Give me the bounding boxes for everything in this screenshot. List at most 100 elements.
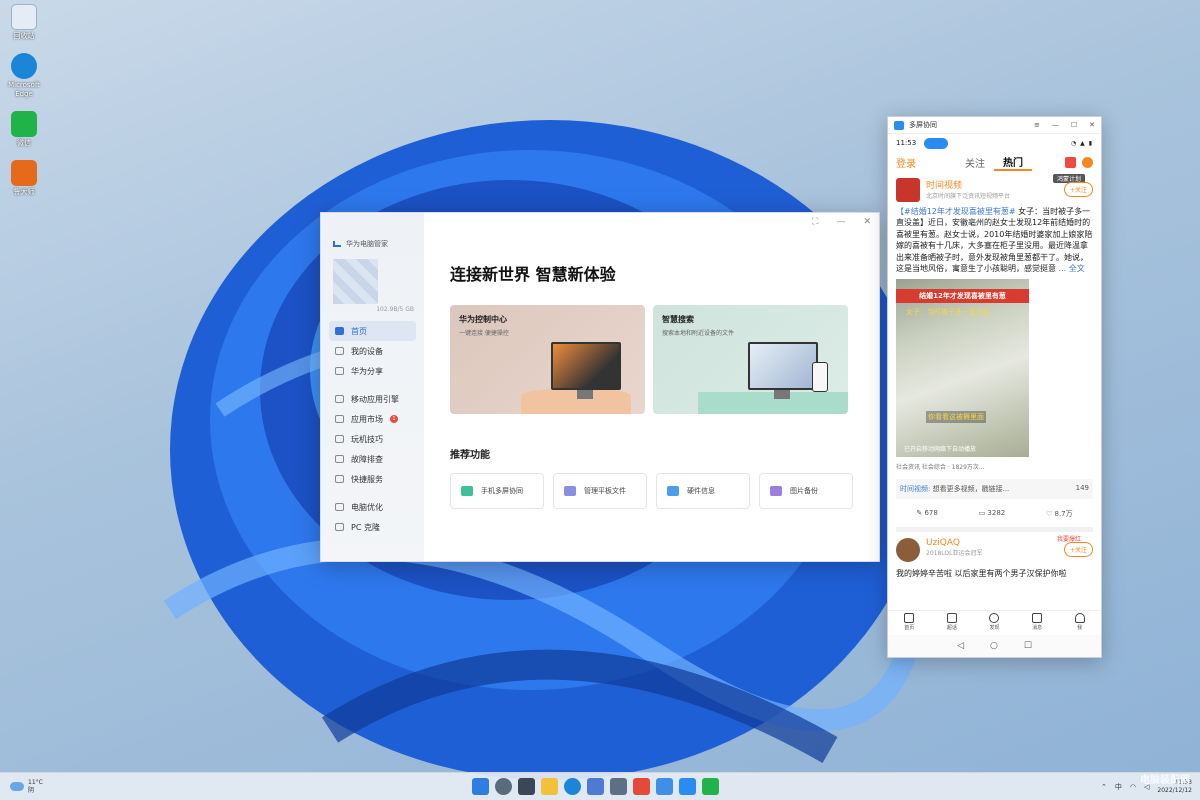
sidebar-item-label: 电脑优化 [351, 502, 383, 512]
avatar[interactable] [896, 538, 920, 563]
follow-button[interactable]: +关注 [1063, 182, 1093, 197]
post-author[interactable]: 时间视频 [926, 178, 1010, 191]
monitor-graphic [748, 342, 818, 390]
devices-icon [335, 347, 344, 355]
tab-follow[interactable]: 关注 [956, 155, 994, 170]
sidebar-item-label: 玩机技巧 [351, 434, 383, 444]
recents-button[interactable]: ☐ [1024, 641, 1032, 651]
tablet-icon [564, 486, 576, 496]
file-explorer-icon[interactable] [541, 778, 558, 795]
like-count: 8.7万 [1054, 510, 1073, 519]
sidebar-item-huawei-share[interactable]: 华为分享 [329, 361, 416, 381]
nav-label: 首页 [904, 625, 915, 631]
recommend-list: 手机多屏协同 管理平板文件 硬件信息 图片备份 [450, 473, 853, 509]
minimize-button[interactable]: — [836, 217, 845, 227]
close-button[interactable]: ✕ [863, 217, 871, 227]
comment-button[interactable]: ▭ 3282 [979, 509, 1006, 519]
recommend-multiscreen[interactable]: 手机多屏协同 [450, 473, 544, 509]
home-icon [335, 327, 344, 335]
task-view-icon[interactable] [518, 778, 535, 795]
store-icon[interactable] [587, 778, 604, 795]
sidebar-item-pc-clone[interactable]: PC 克隆 [329, 517, 416, 537]
desktop-icon-recycle-bin[interactable]: 回收站 [4, 4, 44, 41]
card-title: 智慧搜索 [662, 315, 694, 324]
ime-indicator[interactable]: 中 [1115, 782, 1122, 792]
menu-button[interactable]: ≡ [1034, 121, 1040, 129]
top-comment[interactable]: 时间视频: 想看更多视频，戳链接... 149 [896, 479, 1093, 500]
avatar[interactable] [333, 259, 378, 304]
connection-pill-icon [924, 137, 949, 149]
storage-text: 102.9B/5 GB [376, 306, 414, 313]
tab-hot[interactable]: 热门 [994, 154, 1032, 171]
sidebar-item-home[interactable]: 首页 [329, 321, 416, 341]
nav-messages[interactable]: 消息 [1032, 611, 1042, 634]
post-author[interactable]: UziQAQ [926, 538, 982, 548]
chevron-up-icon[interactable]: ⌃ [1101, 783, 1107, 791]
notification-badge: 1 [390, 415, 398, 423]
fullscreen-button[interactable]: ⛶ [812, 217, 818, 227]
sidebar-item-my-devices[interactable]: 我的设备 [329, 341, 416, 361]
back-button[interactable]: ◁ [957, 641, 964, 651]
post-video[interactable]: 结婚12年才发现喜被里有葱 女子：当时被子多一直没盖 你看看这被褥里面 已开启移… [896, 279, 1029, 458]
sidebar-item-optimize[interactable]: 电脑优化 [329, 497, 416, 517]
post-meta: 社会资讯 社会综合 · 1829万次... [896, 464, 985, 472]
pc-manager-icon[interactable] [610, 778, 627, 795]
post-author-desc: 北京时间旗下泛资讯短视频平台 [926, 193, 1011, 200]
recommend-tablet-files[interactable]: 管理平板文件 [553, 473, 647, 509]
window-controls: ≡ — ☐ ✕ [1034, 121, 1095, 129]
close-button[interactable]: ✕ [1089, 121, 1095, 129]
page-title: 连接新世界 智慧新体验 [450, 265, 616, 284]
start-icon[interactable] [472, 778, 489, 795]
minimize-button[interactable]: — [1052, 121, 1059, 129]
sidebar-item-app-market[interactable]: 应用市场 1 [329, 409, 416, 429]
sidebar-item-tips[interactable]: 玩机技巧 [329, 429, 416, 449]
home-button[interactable]: ○ [990, 641, 998, 651]
follow-button[interactable]: +关注 [1063, 542, 1093, 558]
sidebar-item-troubleshoot[interactable]: 故障排查 [329, 449, 416, 469]
wechat-icon[interactable] [702, 778, 719, 795]
nav-discover[interactable]: 发现 [989, 611, 999, 634]
maximize-button[interactable]: ☐ [1071, 121, 1077, 129]
red-packet-icon[interactable] [1065, 156, 1076, 168]
recycle-bin-icon [11, 4, 37, 30]
comment-user[interactable]: 时间视频: [900, 485, 930, 493]
login-link[interactable]: 登录 [896, 155, 956, 170]
wechat-icon [11, 111, 37, 137]
weather-temp: 11°C [28, 778, 43, 786]
desktop-icon-edge[interactable]: Microsoft Edge [4, 53, 44, 99]
card-title: 华为控制中心 [459, 315, 507, 324]
clock-date: 2022/12/12 [1157, 786, 1192, 794]
multiscreen-icon[interactable] [679, 778, 696, 795]
sidebar-item-quick-service[interactable]: 快捷服务 [329, 469, 416, 489]
edge-icon[interactable] [564, 778, 581, 795]
feed-post[interactable]: 鸿蒙计划 时间视频 北京时间旗下泛资讯短视频平台 +关注 【#结婚12年才发现喜… [888, 172, 1101, 533]
repost-button[interactable]: ✎ 678 [916, 509, 937, 519]
post-author-desc: 2018LOL亚运会冠军 [926, 550, 983, 558]
smart-search-card[interactable]: 智慧搜索 搜索本地和附近设备的文件 [653, 305, 848, 414]
control-center-card[interactable]: 华为控制中心 一键连接 便捷操控 [450, 305, 645, 414]
sidebar-item-app-engine[interactable]: 移动应用引擎 [329, 389, 416, 409]
search-icon[interactable] [495, 778, 512, 795]
phone-graphic [812, 362, 828, 392]
cloud-icon[interactable] [656, 778, 673, 795]
weather-desc: 阴 [28, 786, 35, 794]
add-icon[interactable] [1082, 156, 1093, 168]
like-button[interactable]: ♡ 8.7万 [1046, 509, 1073, 519]
nav-me[interactable]: 我 [1074, 611, 1085, 634]
avatar[interactable] [896, 178, 920, 202]
wifi-icon[interactable]: ◠ [1130, 783, 1136, 791]
hashtag-link[interactable]: 【#结婚12年才发现喜被里有葱# [896, 207, 1016, 216]
desktop-icon-app[interactable]: 鲁大师 [4, 160, 44, 197]
desktop-icon-wechat[interactable]: 微信 [4, 111, 44, 148]
read-more-link[interactable]: ... 全文 [1056, 264, 1085, 273]
recommend-hardware[interactable]: 硬件信息 [656, 473, 750, 509]
weather-widget[interactable]: 11°C 阴 [0, 779, 43, 795]
recommend-photo-backup[interactable]: 图片备份 [759, 473, 853, 509]
app-icon[interactable] [633, 778, 650, 795]
nav-super-topic[interactable]: 超话 [946, 611, 957, 634]
sidebar-item-label: 快捷服务 [351, 474, 383, 484]
comment-count: 3282 [987, 509, 1006, 518]
feed-post[interactable]: 我要爆红 UziQAQ 2018LOL亚运会冠军 +关注 我的婷婷辛苦啦 以后家… [888, 532, 1101, 585]
nav-home[interactable]: 首页 [904, 611, 914, 634]
app-engine-icon [335, 395, 344, 403]
